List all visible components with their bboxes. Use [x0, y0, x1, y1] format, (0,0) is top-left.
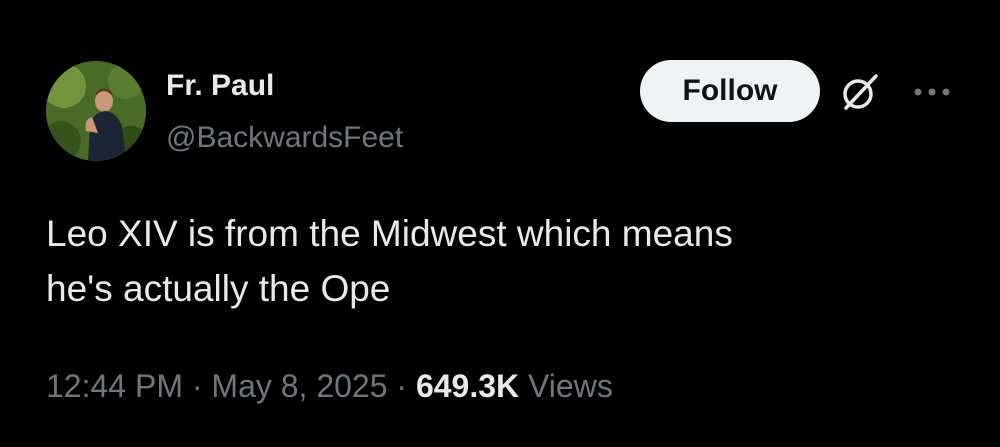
grok-icon[interactable] — [838, 70, 882, 114]
author-display-name[interactable]: Fr. Paul — [166, 68, 274, 104]
follow-button[interactable]: Follow — [640, 60, 820, 122]
views-count[interactable]: 649.3K — [416, 368, 519, 404]
tweet-text: Leo XIV is from the Midwest which means … — [46, 206, 946, 316]
avatar-image — [46, 61, 146, 161]
views-label: Views — [519, 368, 613, 404]
more-options-icon[interactable] — [910, 82, 954, 102]
tweet-text-line: Leo XIV is from the Midwest which means — [46, 213, 733, 254]
meta-separator: · — [182, 368, 212, 404]
avatar[interactable] — [46, 61, 146, 161]
meta-separator: · — [387, 368, 416, 404]
tweet-card: Fr. Paul @BackwardsFeet Follow Leo XIV i… — [0, 0, 1000, 447]
tweet-date[interactable]: May 8, 2025 — [211, 368, 387, 404]
author-handle[interactable]: @BackwardsFeet — [166, 120, 403, 156]
tweet-text-line: he's actually the Ope — [46, 268, 391, 309]
tweet-meta: 12:44 PM · May 8, 2025 · 649.3K Views — [46, 366, 613, 406]
tweet-time[interactable]: 12:44 PM — [46, 368, 183, 404]
